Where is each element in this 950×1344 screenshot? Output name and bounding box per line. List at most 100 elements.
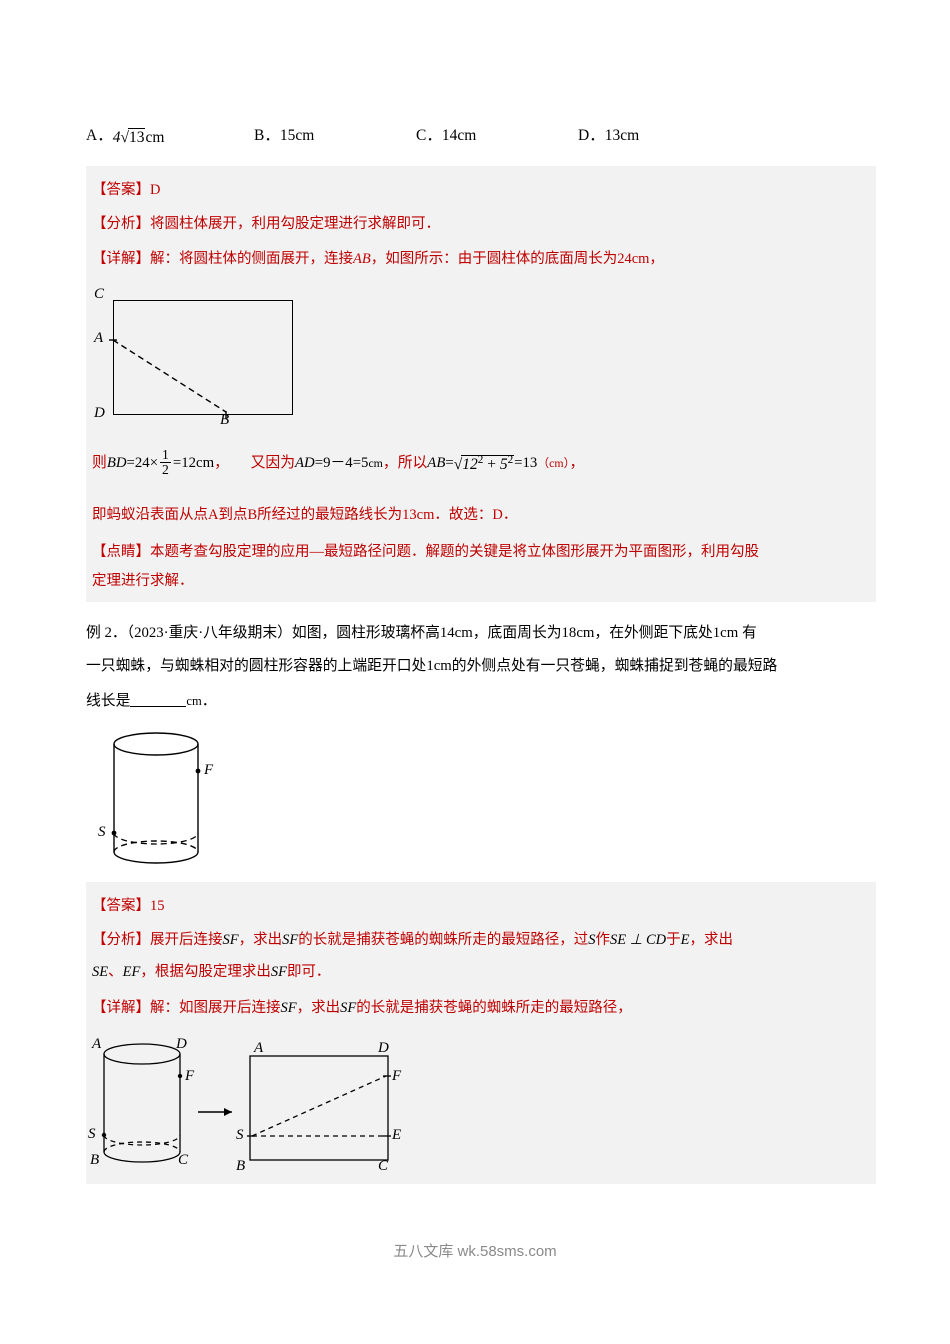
- question-2-line-1: 例 2．（2023·重庆·八年级期末）如图，圆柱形玻璃杯高14cm，底面周长为1…: [86, 622, 886, 645]
- detail-tag-1: 【详解】: [92, 251, 150, 267]
- figure-3-label-F2: F: [392, 1068, 402, 1084]
- figure-2-label-S: S: [98, 824, 106, 840]
- answer-2-detail-line: 【详解】解：如图展开后连接SF，求出SF的长就是捕获苍蝇的蜘蛛所走的最短路径，: [92, 998, 632, 1020]
- highlight-text-2: 定理进行求解．: [92, 573, 194, 589]
- figure-2-label-F: F: [204, 762, 214, 778]
- answer-1-conclusion: 即蚂蚁沿表面从点A到点B所经过的最短路线长为13cm．故选：D．: [92, 505, 517, 527]
- choice-c: C．14cm: [416, 128, 476, 144]
- figure-1-label-B: B: [220, 412, 230, 428]
- analysis-text-1: 将圆柱体展开，利用勾股定理进行求解即可．: [150, 216, 440, 232]
- figure-2-drawing: [111, 732, 201, 864]
- question-2-text-1: 例 2．（2023·重庆·八年级期末）如图，圆柱形玻璃杯高14cm，底面周长为1…: [86, 625, 757, 641]
- figure-3-label-D: D: [176, 1036, 187, 1052]
- ad-unit: cm: [368, 455, 383, 470]
- figure-3-label-S2: S: [236, 1127, 244, 1143]
- bd-fraction: 12: [160, 447, 171, 478]
- choice-a-radicand: 13: [127, 128, 146, 146]
- analysis-2-se-cd: SE ⊥ CD: [609, 932, 667, 948]
- analysis-2-sf-1: SF: [222, 932, 239, 948]
- question-2-text-3: 线长是: [86, 693, 131, 709]
- bd-eq: =24×: [126, 454, 159, 471]
- choice-d: D．13cm: [578, 128, 639, 144]
- analysis-2-sf-2: SF: [282, 932, 299, 948]
- detail-tag-2: 【详解】: [92, 1000, 150, 1016]
- figure-3-label-F: F: [185, 1068, 195, 1084]
- figure-3-label-B2: B: [236, 1158, 246, 1174]
- figure-3-label-C: C: [178, 1152, 189, 1168]
- analysis-tag-1: 【分析】: [92, 216, 150, 232]
- choice-c-label: C．: [416, 127, 442, 144]
- choice-a-label: A．: [86, 127, 113, 144]
- comma-1: ，: [214, 454, 229, 471]
- conclusion-text-1: 即蚂蚁沿表面从点A到点B所经过的最短路线长为13cm．故选：D．: [92, 507, 518, 523]
- question-2-text-2: 一只蜘蛛，与蜘蛛相对的圆柱形容器的上端距开口处1cm的外侧点处有一只苍蝇，蜘蛛捕…: [86, 658, 778, 674]
- analysis-2-ef: EF: [122, 964, 141, 980]
- answer-2-answer-line: 【答案】15: [92, 896, 165, 918]
- so-text: ，所以: [382, 454, 428, 471]
- choices-row: A．4√13cm B．15cm C．14cm D．13cm: [86, 112, 876, 156]
- answer-1-answer-line: 【答案】D: [92, 180, 160, 202]
- ab-eq: =: [445, 454, 454, 471]
- analysis-2-t5: 于: [666, 932, 681, 948]
- ad-symbol: AD: [295, 454, 315, 471]
- answer-1-highlight-line-2: 定理进行求解．: [92, 571, 194, 593]
- choice-a-unit: cm: [145, 129, 165, 146]
- comma-2: ，: [569, 454, 585, 471]
- detail-ab: AB: [353, 251, 371, 267]
- analysis-2-t1: 展开后连接: [150, 932, 223, 948]
- answer-tag-2: 【答案】: [92, 898, 150, 914]
- figure-1-label-C: C: [94, 286, 105, 302]
- answer-1-detail-line: 【详解】解：将圆柱体的侧面展开，连接AB，如图所示：由于圆柱体的底面周长为24c…: [92, 249, 664, 271]
- answer-2-analysis-line-2: SE、EF，根据勾股定理求出SF即可．: [92, 962, 330, 984]
- highlight-text-1: 本题考查勾股定理的应用—最短路径问题．解题的关键是将立体图形展开为平面图形，利用…: [150, 544, 759, 560]
- ab-unit: （cm）: [537, 455, 570, 470]
- ab-result: =13: [514, 454, 538, 471]
- choice-d-label: D．: [578, 127, 605, 144]
- bd-frac-den: 2: [162, 462, 169, 478]
- figure-1-label-D: D: [94, 405, 105, 421]
- question-2-line-3: 线长是 cm．: [86, 690, 886, 713]
- figure-3-drawing: [101, 1043, 391, 1163]
- analysis-2-t3: 的长就是捕获苍蝇的蜘蛛所走的最短路径，过: [298, 932, 589, 948]
- bd-result: =12cm: [172, 454, 215, 471]
- figure-cylinder-and-unrolled-3: A D F S B C A D F S E B C: [86, 1036, 456, 1180]
- detail-2-t2: ，求出: [296, 1000, 341, 1016]
- ad-eq: =9－4=5: [314, 454, 369, 471]
- answer-value-2: 15: [150, 898, 165, 914]
- figure-1-lines: [109, 339, 227, 419]
- analysis-2-t2: ，求出: [238, 932, 283, 948]
- answer-tag-1: 【答案】: [92, 182, 150, 198]
- bd-symbol: BD: [106, 454, 127, 471]
- choice-a: A．4√13cm: [86, 128, 164, 146]
- analysis-2-sep-a: 、: [108, 964, 123, 980]
- answer-2-analysis-line-1: 【分析】展开后连接SF，求出SF的长就是捕获苍蝇的蜘蛛所走的最短路径，过S作SE…: [92, 930, 733, 952]
- choice-a-value: 4√13cm: [112, 128, 165, 146]
- analysis-2-t8: 即可．: [286, 964, 331, 980]
- answer-1-analysis-line: 【分析】将圆柱体展开，利用勾股定理进行求解即可．: [92, 214, 440, 236]
- detail-2-t3: 的长就是捕获苍蝇的蜘蛛所走的最短路径，: [356, 1000, 632, 1016]
- choice-b-label: B．: [254, 127, 280, 144]
- figure-3-label-S: S: [88, 1126, 96, 1142]
- answer-blank-input[interactable]: [130, 691, 187, 707]
- footer-text: 五八文库 wk.58sms.com: [393, 1243, 557, 1260]
- figure-3-label-E2: E: [392, 1127, 402, 1143]
- answer-1-highlight-line-1: 【点睛】本题考查勾股定理的应用—最短路径问题．解题的关键是将立体图形展开为平面图…: [92, 542, 759, 564]
- analysis-2-t6: ，求出: [689, 932, 733, 948]
- figure-3-label-D2: D: [378, 1040, 389, 1056]
- ab-sqrt: √122 + 52: [453, 453, 515, 473]
- highlight-tag-1: 【点睛】: [92, 544, 150, 560]
- question-2-unit: cm: [186, 694, 202, 708]
- because-text: 又因为: [250, 454, 296, 471]
- detail-text-1b: ，如图所示：由于圆柱体的底面周长为24cm，: [370, 251, 664, 267]
- detail-2-sf-2: SF: [340, 1000, 357, 1016]
- question-2-period: ．: [201, 693, 217, 709]
- analysis-2-t4: 作: [595, 932, 610, 948]
- figure-3-label-A2: A: [254, 1040, 264, 1056]
- bd-frac-num: 1: [160, 447, 171, 464]
- choice-b: B．15cm: [254, 128, 314, 144]
- answer-1-computation-line: 则BD=24× 1 2 =12cm， 又因为AD=9－4=5cm，所以AB=√122 …: [92, 447, 585, 478]
- document-page: A．4√13cm B．15cm C．14cm D．13cm 【答案】D 【分析】…: [0, 0, 950, 1344]
- figure-3-label-B: B: [90, 1152, 100, 1168]
- analysis-2-sf-3: SF: [270, 964, 287, 980]
- ab-symbol: AB: [427, 454, 446, 471]
